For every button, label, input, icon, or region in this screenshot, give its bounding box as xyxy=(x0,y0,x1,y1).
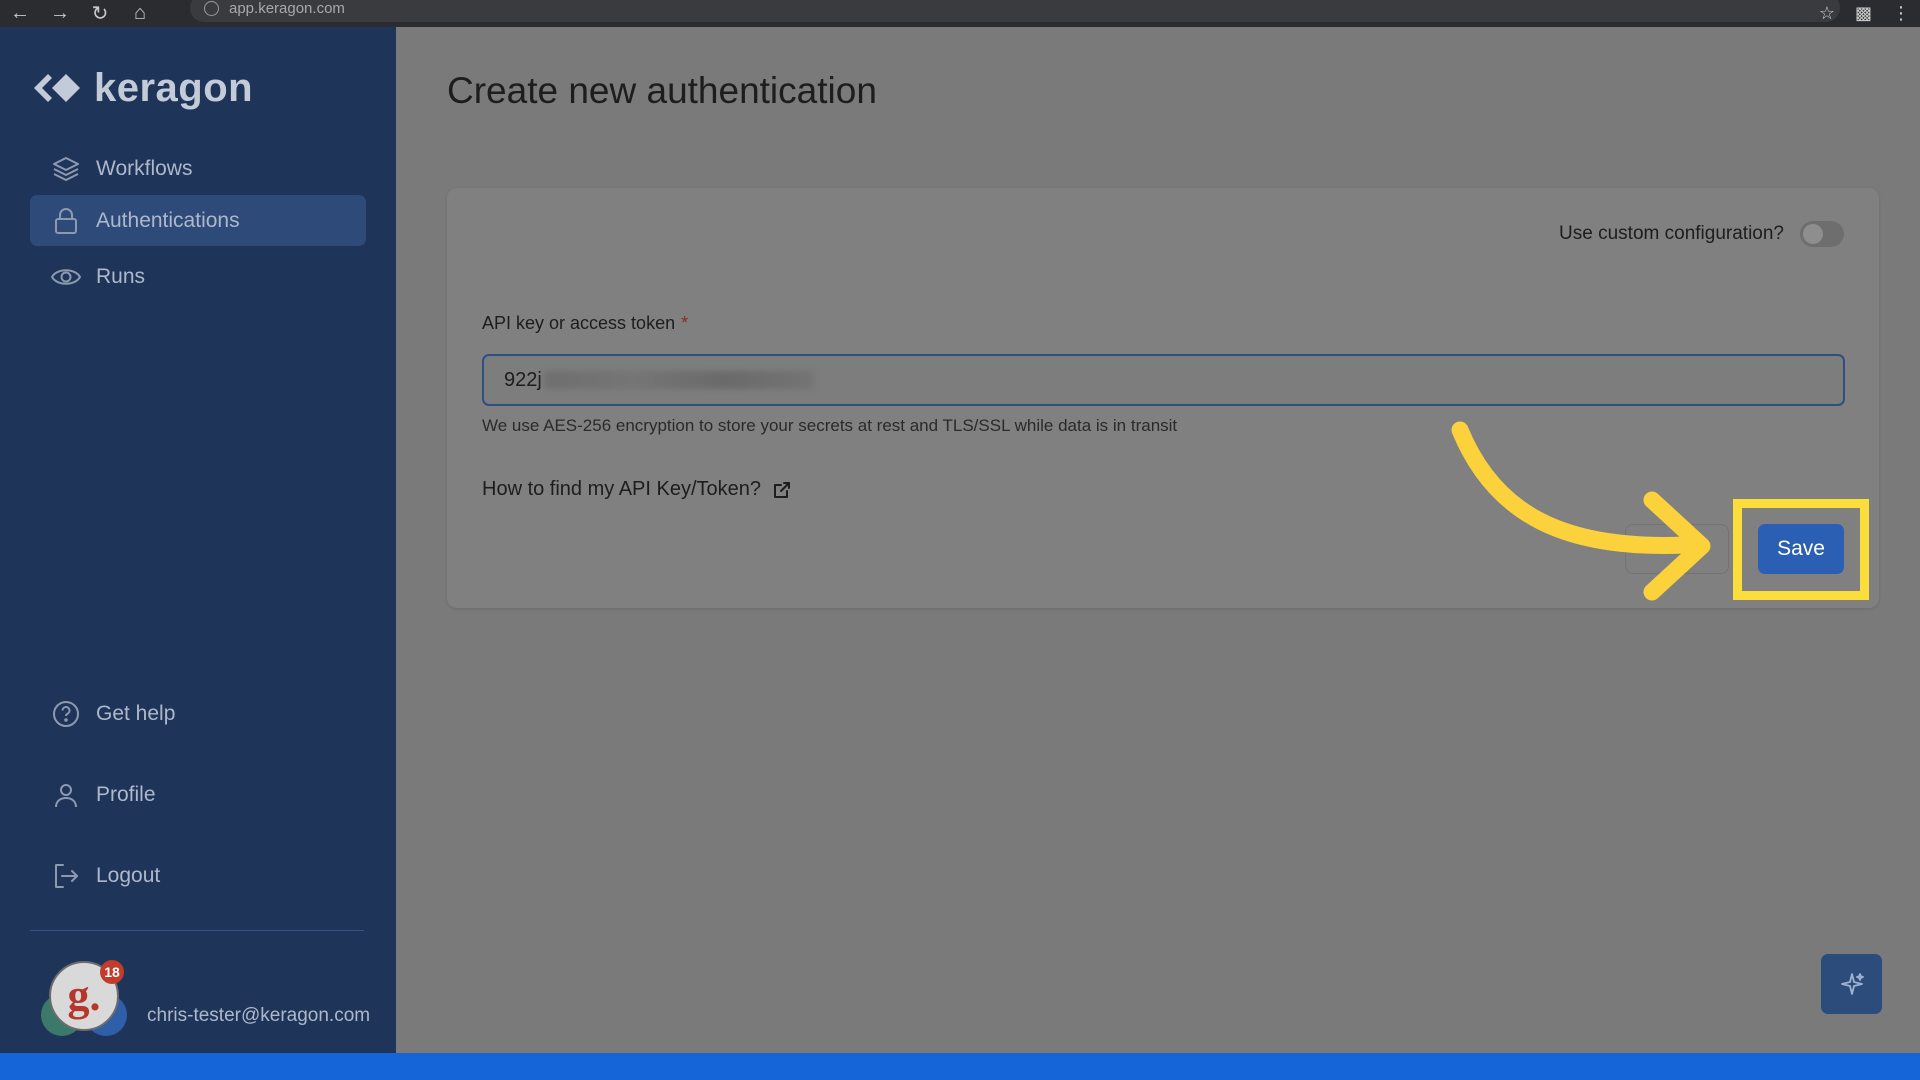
reload-icon[interactable]: ↻ xyxy=(80,0,120,27)
api-key-value: 922j xyxy=(504,368,542,391)
keragon-logo-icon xyxy=(34,74,80,102)
bottom-status-strip xyxy=(0,1053,1920,1080)
avatar[interactable]: g. 18 xyxy=(40,960,136,1040)
pointer-arrow-annotation xyxy=(1451,421,1711,601)
brand-name: keragon xyxy=(94,65,254,110)
browser-toolbar: ← → ↻ ⌂ app.keragon.com ☆ ▩ ⋮ xyxy=(0,0,1920,27)
logout-icon xyxy=(50,860,82,892)
custom-config-toggle[interactable] xyxy=(1800,221,1844,247)
custom-config-label: Use custom configuration? xyxy=(1559,223,1784,244)
api-key-help-link[interactable]: How to find my API Key/Token? xyxy=(482,478,791,501)
extensions-icon[interactable]: ▩ xyxy=(1855,3,1872,24)
user-email: chris-tester@keragon.com xyxy=(147,1005,371,1026)
external-link-icon xyxy=(774,481,791,498)
lock-icon xyxy=(50,205,82,237)
sidebar-item-runs[interactable]: Runs xyxy=(30,251,366,302)
redacted-secret xyxy=(543,371,814,389)
sidebar-item-authentications[interactable]: Authentications xyxy=(30,195,366,246)
browser-menu-icon[interactable]: ⋮ xyxy=(1892,3,1910,24)
required-marker: * xyxy=(681,313,689,333)
save-button[interactable]: Save xyxy=(1758,524,1844,574)
eye-icon xyxy=(50,261,82,293)
sparkle-icon xyxy=(1840,973,1864,995)
home-icon[interactable]: ⌂ xyxy=(120,0,160,27)
sidebar-item-workflows[interactable]: Workflows xyxy=(30,143,366,194)
layers-icon xyxy=(50,153,82,185)
sidebar-item-label: Authentications xyxy=(96,208,240,232)
api-key-label: API key or access token * xyxy=(482,313,688,334)
forward-icon[interactable]: → xyxy=(40,0,80,27)
avatar-letter: g. xyxy=(68,971,101,1020)
ai-assistant-button[interactable] xyxy=(1821,954,1882,1014)
url-text: app.keragon.com xyxy=(229,0,345,17)
sidebar-item-label: Logout xyxy=(96,863,161,887)
api-key-input[interactable]: 922j xyxy=(482,354,1845,406)
user-icon xyxy=(50,779,82,811)
address-bar[interactable]: app.keragon.com xyxy=(190,0,1840,22)
back-icon[interactable]: ← xyxy=(0,0,40,27)
sidebar-item-get-help[interactable]: Get help xyxy=(30,688,366,739)
toggle-knob xyxy=(1803,224,1823,244)
site-info-icon[interactable] xyxy=(204,0,219,16)
sidebar-item-label: Get help xyxy=(96,701,176,725)
page-title: Create new authentication xyxy=(447,70,877,111)
encryption-helper-text: We use AES-256 encryption to store your … xyxy=(482,416,1178,435)
sidebar-item-label: Profile xyxy=(96,782,156,806)
api-key-help-link-text: How to find my API Key/Token? xyxy=(482,478,762,500)
sidebar-item-label: Runs xyxy=(96,264,146,288)
sidebar-item-label: Workflows xyxy=(96,156,193,180)
sidebar-item-profile[interactable]: Profile xyxy=(30,769,366,820)
help-circle-icon xyxy=(50,698,82,730)
bookmark-star-icon[interactable]: ☆ xyxy=(1819,3,1835,24)
sidebar-divider xyxy=(30,930,364,931)
notification-badge: 18 xyxy=(104,964,120,980)
sidebar: keragon Workflows Authentications Runs G… xyxy=(0,27,396,1053)
custom-config-row: Use custom configuration? xyxy=(1559,221,1844,247)
brand-logo[interactable]: keragon xyxy=(30,65,253,111)
api-key-label-text: API key or access token xyxy=(482,313,676,333)
sidebar-item-logout[interactable]: Logout xyxy=(30,850,366,901)
